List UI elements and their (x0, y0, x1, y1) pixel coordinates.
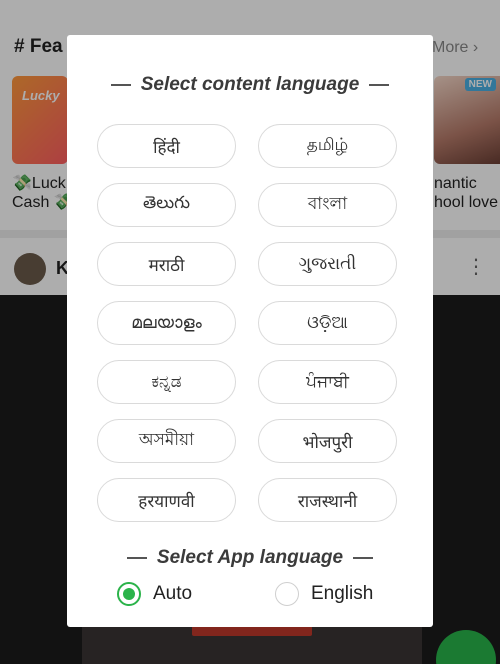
content-language-title: Select content language (140, 74, 360, 95)
app-language-header: Select App language (67, 546, 433, 570)
language-dialog: Select content language हिंदी தமிழ் తెలు… (67, 35, 433, 627)
language-button-bengali[interactable]: বাংলা (258, 183, 397, 227)
divider-dash (126, 557, 147, 559)
language-button-haryanvi[interactable]: हरयाणवी (97, 478, 236, 522)
divider-dash (353, 557, 374, 559)
app-language-option-english[interactable]: English (275, 580, 373, 608)
radio-label-auto: Auto (153, 583, 193, 604)
divider-dash (110, 84, 131, 86)
radio-label-english: English (311, 583, 374, 604)
language-button-hindi[interactable]: हिंदी (97, 124, 236, 168)
language-button-bhojpuri[interactable]: भोजपुरी (258, 419, 397, 463)
language-button-odia[interactable]: ଓଡ଼ିଆ (258, 301, 397, 345)
language-button-rajasthani[interactable]: राजस्थानी (258, 478, 397, 522)
language-button-punjabi[interactable]: ਪੰਜਾਬੀ (258, 360, 397, 404)
language-button-tamil[interactable]: தமிழ் (258, 124, 397, 168)
language-button-gujarati[interactable]: ગુજરાતી (258, 242, 397, 286)
radio-unselected-icon[interactable] (275, 582, 299, 606)
divider-dash (369, 84, 390, 86)
language-button-kannada[interactable]: ಕನ್ನಡ (97, 360, 236, 404)
app-language-title: Select App language (156, 547, 344, 568)
content-language-header: Select content language (67, 73, 433, 97)
language-button-malayalam[interactable]: മലയാളം (97, 301, 236, 345)
app-language-option-auto[interactable]: Auto (117, 580, 192, 608)
language-button-telugu[interactable]: తెలుగు (97, 183, 236, 227)
language-button-assamese[interactable]: অসমীয়া (97, 419, 236, 463)
language-button-marathi[interactable]: मराठी (97, 242, 236, 286)
radio-selected-icon[interactable] (117, 582, 141, 606)
